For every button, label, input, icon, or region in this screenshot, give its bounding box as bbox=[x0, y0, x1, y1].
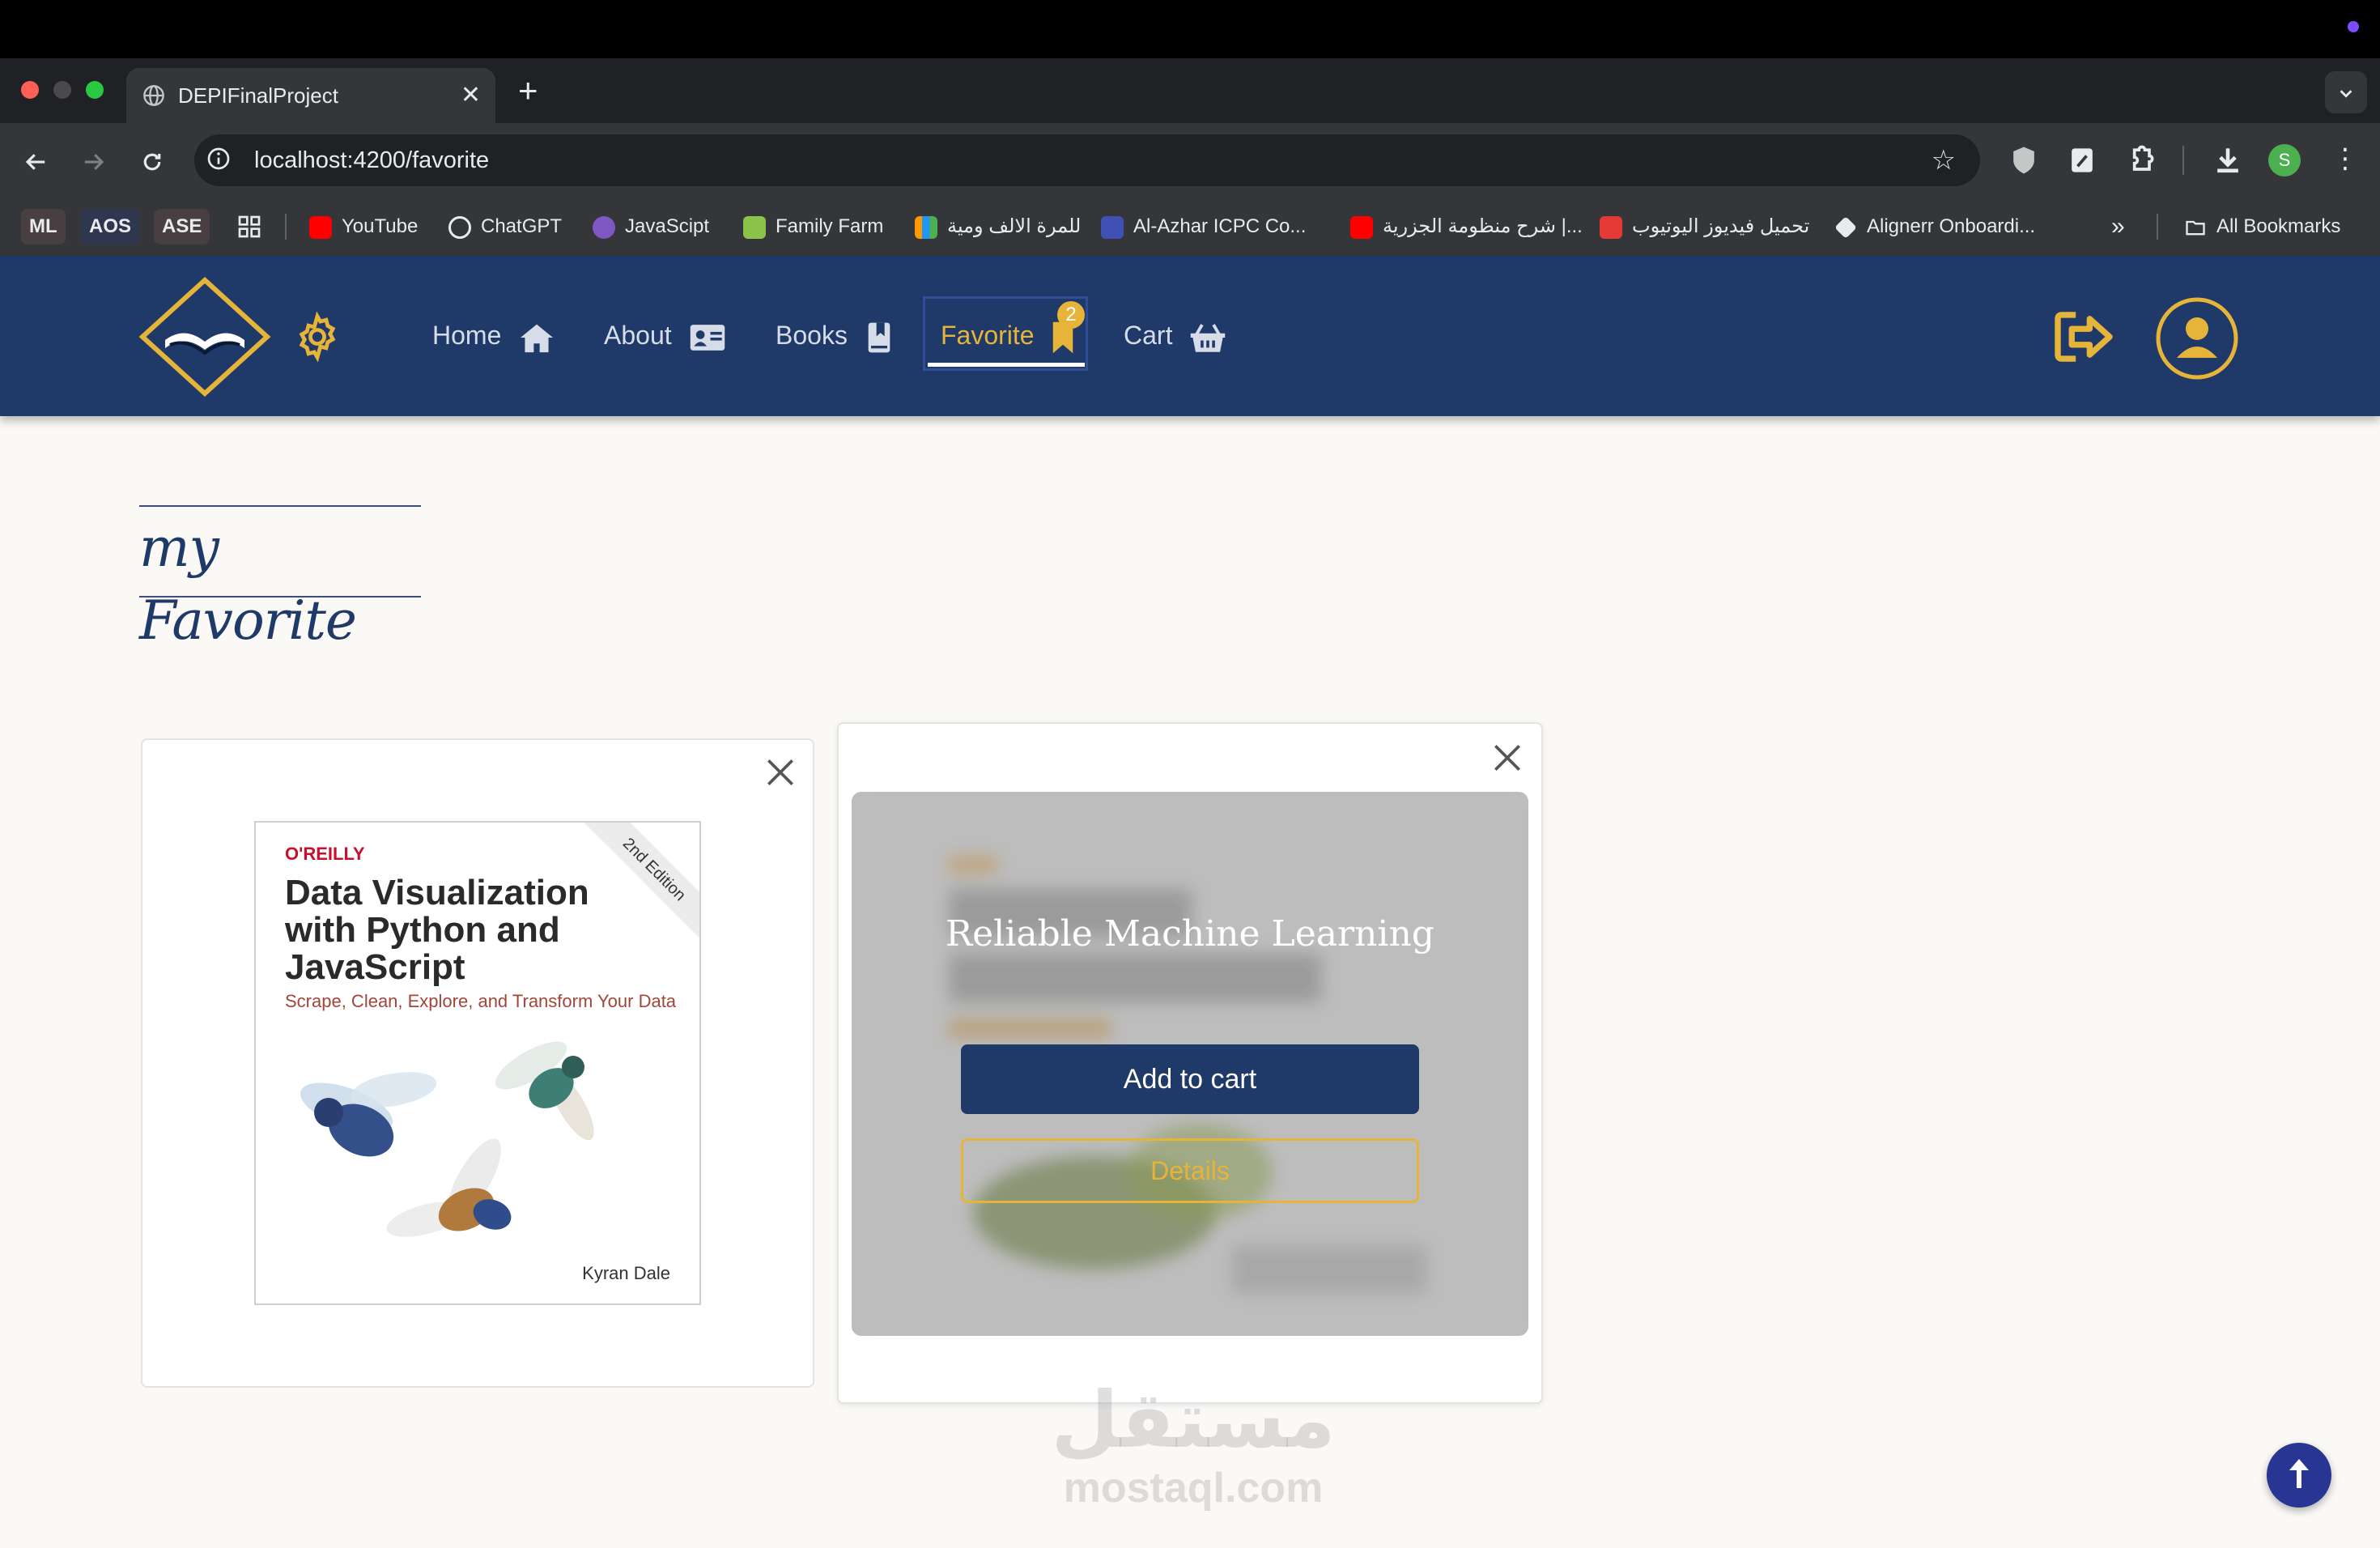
javascript-icon bbox=[593, 215, 615, 239]
bookmark-family-farm[interactable]: Family Farm bbox=[743, 212, 883, 241]
home-icon bbox=[521, 324, 554, 352]
scroll-to-top-button[interactable] bbox=[2267, 1443, 2331, 1508]
bookmark-icpc[interactable]: Al-Azhar ICPC Co... bbox=[1101, 212, 1306, 241]
window-minimize-button[interactable] bbox=[53, 81, 71, 99]
window-close-button[interactable] bbox=[21, 81, 39, 99]
favorite-count-badge: 2 bbox=[1057, 301, 1085, 329]
bookmark-aos[interactable]: AOS bbox=[81, 209, 140, 245]
chatgpt-icon bbox=[448, 215, 471, 239]
basket-icon bbox=[1191, 323, 1226, 352]
bookmark-alignerr[interactable]: Alignerr Onboardi... bbox=[1834, 212, 2035, 241]
nav-favorite[interactable]: Favorite bbox=[941, 311, 1077, 359]
book-cover-title: Data Visualization with Python and JavaS… bbox=[285, 873, 589, 987]
calendar-icon bbox=[1101, 215, 1124, 239]
os-menubar bbox=[0, 0, 2380, 58]
bookmark-arabic-3[interactable]: تحميل فيديوز اليوتيوب bbox=[1600, 212, 1809, 241]
puzzle-icon[interactable] bbox=[2123, 142, 2158, 178]
watermark-arabic: مستقل bbox=[1051, 1377, 1336, 1464]
address-bar[interactable]: localhost:4200/favorite ☆ bbox=[194, 134, 1980, 186]
profile-avatar[interactable]: S bbox=[2268, 144, 2301, 176]
bee-illustration bbox=[300, 1041, 594, 1237]
arrow-up-icon bbox=[2289, 1459, 2309, 1488]
document-extension-icon[interactable] bbox=[2064, 142, 2100, 178]
youtube-icon bbox=[1350, 215, 1373, 239]
bookmark-youtube[interactable]: YouTube bbox=[309, 212, 418, 241]
nav-favorite-underline bbox=[928, 363, 1085, 367]
bookmark-chatgpt[interactable]: ChatGPT bbox=[448, 212, 562, 241]
book-cover-subtitle: Scrape, Clean, Explore, and Transform Yo… bbox=[285, 991, 677, 1011]
apps-grid-icon[interactable] bbox=[236, 214, 262, 240]
page-title: my Favorite bbox=[139, 517, 357, 652]
more-menu-icon[interactable]: ⋮ bbox=[2331, 139, 2359, 178]
bookmark-ml[interactable]: ML bbox=[21, 209, 66, 245]
bookmark-star-icon[interactable]: ☆ bbox=[1932, 142, 1956, 178]
family-farm-icon bbox=[743, 215, 766, 239]
id-card-icon bbox=[690, 324, 725, 351]
close-icon[interactable] bbox=[763, 755, 798, 790]
chevron-down-icon bbox=[2340, 89, 2352, 98]
chart-bars-icon bbox=[915, 215, 937, 239]
shield-extension-icon[interactable] bbox=[2006, 142, 2042, 178]
details-button[interactable]: Details bbox=[961, 1138, 1419, 1203]
cube-icon bbox=[1834, 215, 1857, 239]
gear-icon[interactable] bbox=[291, 311, 343, 363]
book-cover-image: 2nd Edition O'REILLY Data Visualization … bbox=[254, 821, 701, 1305]
tab-close-icon[interactable]: ✕ bbox=[461, 79, 481, 112]
back-button[interactable] bbox=[16, 141, 55, 180]
close-icon[interactable] bbox=[1490, 740, 1525, 776]
bookmarks-divider-2 bbox=[2157, 214, 2158, 240]
new-tab-button[interactable]: + bbox=[518, 71, 538, 110]
arrow-right-icon bbox=[84, 154, 104, 170]
download-icon[interactable] bbox=[2210, 142, 2246, 178]
book-publisher: O'REILLY bbox=[285, 844, 365, 864]
watermark-latin: mostaql.com bbox=[1063, 1465, 1324, 1512]
more-bookmarks-button[interactable]: » bbox=[2111, 212, 2125, 241]
bookmark-arabic-2[interactable]: شرح منظومة الجزرية |... bbox=[1350, 212, 1583, 241]
nav-home[interactable]: Home bbox=[432, 311, 555, 359]
book-logo-icon[interactable] bbox=[138, 275, 272, 398]
book-author: Kyran Dale bbox=[582, 1263, 670, 1283]
book-title: Reliable Machine Learning bbox=[946, 913, 1434, 955]
globe-icon bbox=[143, 85, 164, 106]
download-video-icon bbox=[1600, 215, 1622, 239]
bookmark-arabic-1[interactable]: للمرة الالف ومية bbox=[915, 212, 1081, 241]
tab-search-button[interactable] bbox=[2325, 71, 2367, 113]
arrow-left-icon bbox=[25, 154, 45, 170]
url-text[interactable]: localhost:4200/favorite bbox=[254, 144, 489, 176]
book-bookmark-icon bbox=[868, 322, 890, 352]
tab-title: DEPIFinalProject bbox=[178, 83, 338, 108]
reload-button[interactable] bbox=[133, 141, 172, 180]
site-info-icon[interactable] bbox=[206, 146, 232, 172]
toolbar-divider bbox=[2182, 146, 2184, 175]
bookmark-javascript[interactable]: JavaScipt bbox=[593, 212, 709, 241]
logout-icon[interactable] bbox=[2053, 311, 2114, 363]
add-to-cart-button[interactable]: Add to cart bbox=[961, 1044, 1419, 1114]
browser-tab[interactable]: DEPIFinalProject ✕ bbox=[126, 68, 495, 123]
nav-about[interactable]: About bbox=[604, 311, 726, 359]
nav-cart[interactable]: Cart bbox=[1124, 311, 1226, 359]
user-avatar-icon[interactable] bbox=[2155, 296, 2239, 381]
window-maximize-button[interactable] bbox=[86, 81, 104, 99]
status-dot bbox=[2348, 21, 2359, 32]
nav-books[interactable]: Books bbox=[776, 311, 894, 359]
bookmarks-divider bbox=[285, 214, 287, 240]
page-title-frame: my Favorite bbox=[139, 505, 421, 652]
book-hover-overlay: Reliable Machine Learning Add to cart De… bbox=[852, 792, 1528, 1336]
bookmark-ase[interactable]: ASE bbox=[154, 209, 210, 245]
reload-icon bbox=[143, 153, 161, 171]
folder-icon bbox=[2186, 220, 2205, 235]
youtube-icon bbox=[309, 215, 332, 239]
forward-button[interactable] bbox=[74, 141, 113, 180]
all-bookmarks-button[interactable]: All Bookmarks bbox=[2184, 212, 2340, 241]
